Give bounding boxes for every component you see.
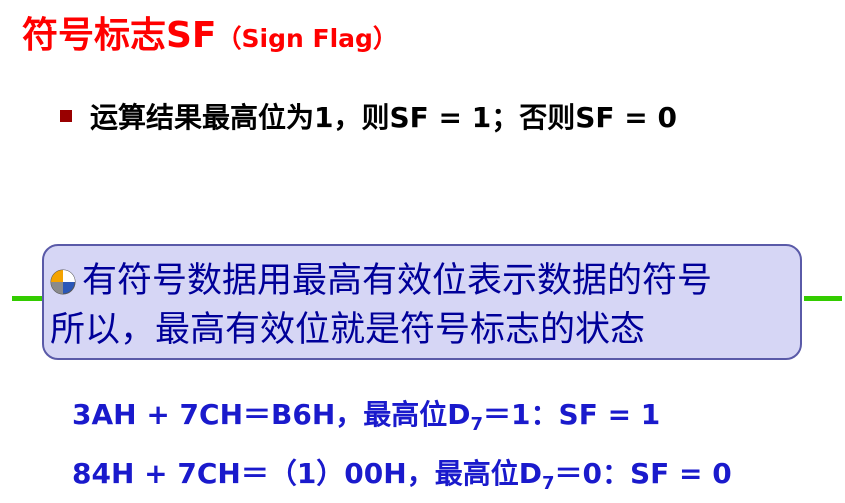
callout-line-2: 所以，最高有效位就是符号标志的状态 — [50, 310, 646, 350]
title-main: 符号标志SF — [22, 15, 217, 56]
slide-title: 符号标志SF（Sign Flag） — [22, 6, 398, 58]
subscript: 7 — [470, 414, 484, 435]
pie-chart-icon — [50, 261, 76, 307]
example-line-1: 3AH + 7CH＝B6H，最高位D7＝1：SF = 1 — [72, 398, 661, 435]
subscript: 7 — [541, 473, 555, 494]
example-line-2: 84H + 7CH＝（1）00H，最高位D7＝0：SF = 0 — [72, 457, 732, 494]
divider-line-left — [12, 296, 44, 301]
title-subtitle: （Sign Flag） — [216, 24, 398, 53]
bullet-item: 运算结果最高位为1，则SF = 1；否则SF = 0 — [60, 96, 677, 136]
callout-box: 有符号数据用最高有效位表示数据的符号 所以，最高有效位就是符号标志的状态 — [42, 244, 802, 360]
callout-line-1: 有符号数据用最高有效位表示数据的符号 — [50, 258, 712, 307]
callout-text: 有符号数据用最高有效位表示数据的符号 所以，最高有效位就是符号标志的状态 — [50, 258, 712, 353]
square-bullet-icon — [60, 110, 72, 122]
divider-line-right — [804, 296, 842, 301]
bullet-text: 运算结果最高位为1，则SF = 1；否则SF = 0 — [90, 101, 677, 134]
